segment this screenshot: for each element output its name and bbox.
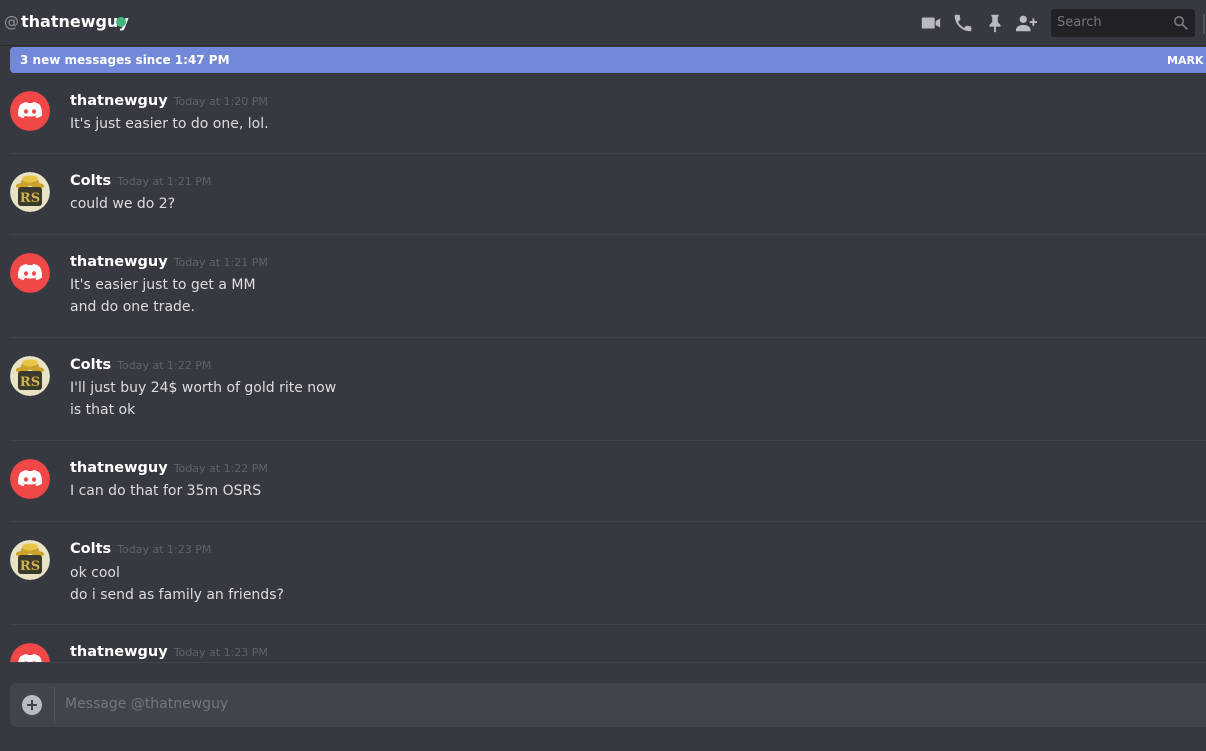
new-messages-bar[interactable]: 3 new messages since 1:47 PM MARK A [10, 47, 1206, 73]
dm-recipient-name[interactable]: thatnewguy [21, 12, 129, 31]
channel-header: @ thatnewguy Search [0, 0, 1206, 46]
message-divider [10, 521, 1206, 522]
online-status-indicator [116, 17, 126, 27]
composer-top-divider [10, 662, 1206, 663]
dm-at-symbol: @ [4, 13, 19, 31]
add-friend-icon[interactable] [1015, 12, 1037, 34]
message-author[interactable]: Colts Today at 1:23 PM [70, 541, 211, 557]
new-messages-text[interactable]: 3 new messages since 1:47 PM [20, 53, 230, 67]
avatar[interactable] [10, 91, 50, 131]
search-icon[interactable] [1172, 14, 1189, 31]
avatar[interactable]: RS [10, 540, 50, 580]
avatar[interactable] [10, 253, 50, 293]
message-author[interactable]: thatnewguy Today at 1:23 PM [70, 644, 268, 660]
composer-divider [54, 687, 55, 723]
discord-logo-icon [10, 91, 50, 131]
avatar[interactable]: RS [10, 356, 50, 396]
message-timestamp: Today at 1:20 PM [173, 95, 268, 108]
header-divider [1203, 14, 1205, 34]
voice-call-icon[interactable] [952, 12, 974, 34]
message-author[interactable]: Colts Today at 1:21 PM [70, 173, 211, 189]
message-divider [10, 234, 1206, 235]
rs-coins-avatar-icon: RS [10, 540, 50, 580]
svg-text:RS: RS [20, 559, 40, 574]
message-composer[interactable]: Message @thatnewguy [10, 683, 1206, 727]
message-text: and do one trade. [70, 299, 195, 315]
message-divider [10, 624, 1206, 625]
message-text: I can do that for 35m OSRS [70, 483, 262, 499]
message-timestamp: Today at 1:21 PM [117, 175, 212, 188]
message-input[interactable]: Message @thatnewguy [65, 696, 228, 712]
search-placeholder: Search [1057, 15, 1102, 30]
avatar[interactable]: RS [10, 172, 50, 212]
message-list: thatnewguy Today at 1:20 PM It's just eas… [0, 73, 1206, 663]
message-author[interactable]: thatnewguy Today at 1:22 PM [70, 460, 268, 476]
search-input[interactable]: Search [1051, 9, 1195, 37]
message-text: could we do 2? [70, 196, 176, 212]
avatar[interactable] [10, 459, 50, 499]
discord-logo-icon [10, 643, 50, 663]
rs-coins-avatar-icon: RS [10, 172, 50, 212]
message-author[interactable]: thatnewguy Today at 1:20 PM [70, 93, 268, 109]
message-text: It's easier just to get a MM [70, 277, 256, 293]
message-text: It's just easier to do one, lol. [70, 116, 269, 132]
pin-icon[interactable] [984, 12, 1006, 34]
message-divider [10, 440, 1206, 441]
message-timestamp: Today at 1:23 PM [117, 543, 212, 556]
message-divider [10, 153, 1206, 154]
avatar[interactable] [10, 643, 50, 663]
discord-logo-icon [10, 253, 50, 293]
message-text: ok cool [70, 565, 120, 581]
message-timestamp: Today at 1:22 PM [173, 462, 268, 475]
message-divider [10, 337, 1206, 338]
message-author[interactable]: Colts Today at 1:22 PM [70, 357, 211, 373]
message-author[interactable]: thatnewguy Today at 1:21 PM [70, 254, 268, 270]
message-text: is that ok [70, 402, 136, 418]
message-timestamp: Today at 1:22 PM [117, 359, 212, 372]
svg-text:RS: RS [20, 375, 40, 390]
video-call-icon[interactable] [920, 12, 942, 34]
message-timestamp: Today at 1:23 PM [173, 646, 268, 659]
message-text: I'll just buy 24$ worth of gold rite now [70, 380, 337, 396]
add-attachment-button[interactable] [22, 695, 42, 715]
message-text: do i send as family an friends? [70, 587, 284, 603]
discord-logo-icon [10, 459, 50, 499]
rs-coins-avatar-icon: RS [10, 356, 50, 396]
svg-text:RS: RS [20, 191, 40, 206]
mark-as-read-button[interactable]: MARK A [1167, 54, 1206, 67]
message-timestamp: Today at 1:21 PM [173, 256, 268, 269]
